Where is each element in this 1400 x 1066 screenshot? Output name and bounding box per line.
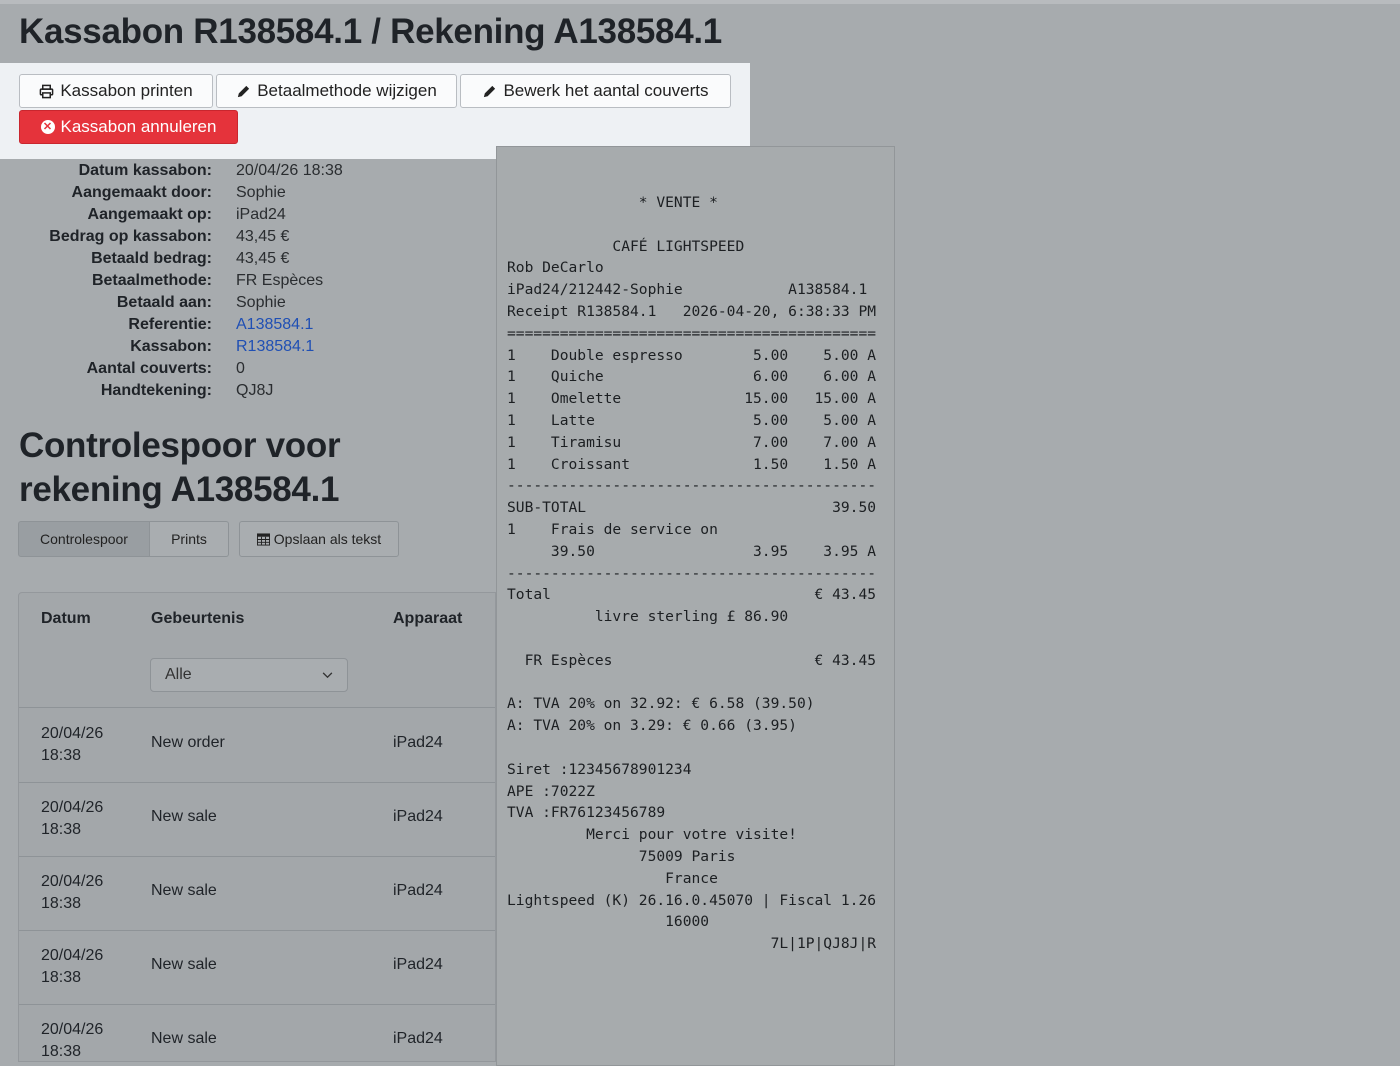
save-as-text-label: Opslaan als tekst xyxy=(273,531,382,547)
table-row: 20/04/26 18:38 New sale iPad24 xyxy=(19,782,495,857)
row-device: iPad24 xyxy=(393,734,443,751)
edit-covers-button[interactable]: Bewerk het aantal couverts xyxy=(460,74,731,108)
table-row: 20/04/26 18:38 New sale iPad24 xyxy=(19,856,495,931)
tab-prints[interactable]: Prints xyxy=(150,521,229,557)
detail-signature: Handtekening: QJ8J xyxy=(0,382,480,404)
detail-value: 43,45 € xyxy=(236,228,290,245)
row-date: 20/04/26 18:38 xyxy=(41,873,104,912)
column-header-event: Gebeurtenis xyxy=(151,610,245,627)
detail-label: Aantal couverts: xyxy=(86,360,212,377)
detail-value: FR Espèces xyxy=(236,272,324,289)
change-payment-method-button[interactable]: Betaalmethode wijzigen xyxy=(216,74,457,108)
close-circle-icon: ✕ xyxy=(40,120,55,134)
detail-label: Bedrag op kassabon: xyxy=(49,228,212,245)
cancel-receipt-button[interactable]: ✕ Kassabon annuleren xyxy=(19,110,238,144)
audit-tabs: Controlespoor Prints xyxy=(18,521,229,557)
print-receipt-button[interactable]: Kassabon printen xyxy=(19,74,213,108)
event-filter-value: Alle xyxy=(165,666,192,683)
row-event: New sale xyxy=(151,1030,217,1047)
tab-audit-trail[interactable]: Controlespoor xyxy=(18,521,150,557)
change-payment-method-label: Betaalmethode wijzigen xyxy=(257,81,437,100)
action-panel: Kassabon printen Betaalmethode wijzigen … xyxy=(0,63,750,159)
edit-covers-label: Bewerk het aantal couverts xyxy=(503,81,709,100)
pencil-icon xyxy=(238,85,250,97)
detail-value: QJ8J xyxy=(236,382,274,399)
row-date: 20/04/26 18:38 xyxy=(41,947,104,986)
table-icon xyxy=(256,532,270,546)
row-event: New order xyxy=(151,734,225,751)
print-receipt-label: Kassabon printen xyxy=(60,81,193,100)
detail-receipt: Kassabon: R138584.1 xyxy=(0,338,480,360)
row-device: iPad24 xyxy=(393,956,443,973)
row-event: New sale xyxy=(151,882,217,899)
chevron-down-icon xyxy=(322,671,333,678)
save-as-text-button[interactable]: Opslaan als tekst xyxy=(239,521,399,557)
detail-value: Sophie xyxy=(236,294,286,311)
table-row: 20/04/26 18:38 New sale iPad24 xyxy=(19,1004,495,1061)
detail-value: Sophie xyxy=(236,184,286,201)
row-device: iPad24 xyxy=(393,882,443,899)
detail-label: Referentie: xyxy=(128,316,212,333)
audit-trail-table: Datum Gebeurtenis Apparaat Alle 20/04/26… xyxy=(18,592,496,1062)
pencil-icon xyxy=(484,85,496,97)
row-device: iPad24 xyxy=(393,808,443,825)
table-row: 20/04/26 18:38 New order iPad24 xyxy=(19,708,495,783)
printer-icon xyxy=(39,84,54,98)
detail-covers: Aantal couverts: 0 xyxy=(0,360,480,382)
detail-label: Kassabon: xyxy=(130,338,212,355)
column-header-device: Apparaat xyxy=(393,610,463,627)
receipt-text: * VENTE * CAFÉ LIGHTSPEED Rob DeCarlo iP… xyxy=(507,194,877,953)
row-date: 20/04/26 18:38 xyxy=(41,725,104,764)
receipt-link[interactable]: R138584.1 xyxy=(236,338,314,356)
detail-label: Aangemaakt op: xyxy=(87,206,212,223)
reference-link[interactable]: A138584.1 xyxy=(236,316,313,334)
detail-receipt-amount: Bedrag op kassabon: 43,45 € xyxy=(0,228,480,250)
detail-created-by: Aangemaakt door: Sophie xyxy=(0,184,480,206)
row-event: New sale xyxy=(151,956,217,973)
row-date: 20/04/26 18:38 xyxy=(41,799,104,838)
table-row: 20/04/26 18:38 New sale iPad24 xyxy=(19,930,495,1005)
detail-label: Betaald aan: xyxy=(116,294,212,311)
cancel-receipt-label: Kassabon annuleren xyxy=(60,117,217,136)
detail-paid-amount: Betaald bedrag: 43,45 € xyxy=(0,250,480,272)
column-header-date: Datum xyxy=(41,610,91,627)
row-event: New sale xyxy=(151,808,217,825)
row-device: iPad24 xyxy=(393,1030,443,1047)
detail-payment-method: Betaalmethode: FR Espèces xyxy=(0,272,480,294)
receipt-preview: * VENTE * CAFÉ LIGHTSPEED Rob DeCarlo iP… xyxy=(496,146,895,1066)
detail-label: Datum kassabon: xyxy=(78,162,212,179)
detail-value: 0 xyxy=(236,360,245,377)
row-date: 20/04/26 18:38 xyxy=(41,1021,104,1060)
detail-value: iPad24 xyxy=(236,206,286,223)
top-bar xyxy=(0,0,1400,4)
page-title: Kassabon R138584.1 / Rekening A138584.1 xyxy=(19,12,722,51)
detail-label: Aangemaakt door: xyxy=(71,184,212,201)
detail-date: Datum kassabon: 20/04/26 18:38 xyxy=(0,162,480,184)
detail-value: 20/04/26 18:38 xyxy=(236,162,343,179)
detail-label: Handtekening: xyxy=(100,382,212,399)
detail-reference: Referentie: A138584.1 xyxy=(0,316,480,338)
detail-label: Betaald bedrag: xyxy=(91,250,212,267)
detail-paid-to: Betaald aan: Sophie xyxy=(0,294,480,316)
detail-created-on: Aangemaakt op: iPad24 xyxy=(0,206,480,228)
detail-value: 43,45 € xyxy=(236,250,290,267)
detail-label: Betaalmethode: xyxy=(91,272,212,289)
audit-trail-title: Controlespoor voor rekening A138584.1 xyxy=(19,426,341,509)
event-filter-select[interactable]: Alle xyxy=(150,658,348,692)
